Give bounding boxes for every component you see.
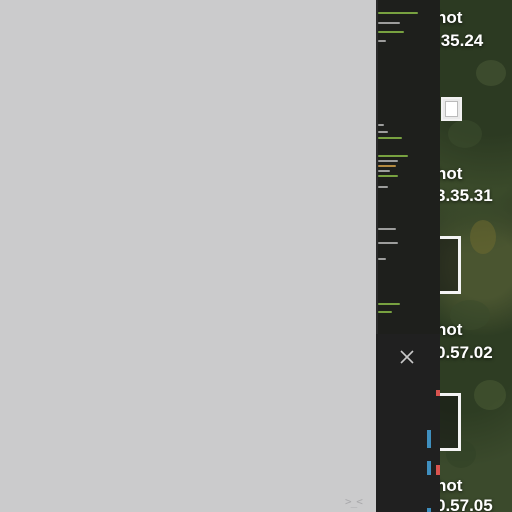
- close-icon[interactable]: [398, 348, 416, 366]
- file-name-line1: hot: [440, 164, 463, 183]
- code-line: [378, 170, 390, 172]
- code-line: [378, 160, 398, 162]
- code-line: [378, 12, 418, 14]
- file-name-line1: hot: [440, 476, 463, 495]
- file-name-line1: hot: [440, 8, 463, 27]
- file-name-line1: hot: [440, 320, 463, 339]
- side-panel: [376, 334, 440, 512]
- terminal-prompt-icon[interactable]: >_<: [345, 495, 363, 508]
- blank-window: >_<: [0, 0, 376, 512]
- code-line: [378, 303, 400, 305]
- file-name-line2: 0.57.02: [440, 343, 493, 362]
- editor-gutter: [376, 0, 378, 334]
- file-thumbnail: [440, 393, 461, 451]
- file-name-line2: .35.24: [440, 31, 484, 50]
- code-line: [378, 242, 398, 244]
- status-marker-blue: [427, 430, 431, 448]
- code-line: [378, 186, 388, 188]
- file-name-line2: 0.57.05: [440, 496, 493, 512]
- file-thumbnail: [440, 236, 461, 294]
- code-line: [378, 124, 384, 126]
- code-line: [378, 137, 402, 139]
- code-line: [378, 131, 388, 133]
- code-line: [378, 228, 396, 230]
- code-line: [378, 31, 404, 33]
- wallpaper-foliage: [474, 380, 506, 410]
- status-marker-blue: [427, 508, 431, 512]
- file-name-line2: 3.35.31: [440, 186, 493, 205]
- desktop-wallpaper: hot .35.24 hot 3.35.31 hot 0.57.02 hot 0…: [440, 0, 512, 512]
- code-line: [378, 258, 386, 260]
- wallpaper-foliage: [448, 120, 482, 148]
- code-line: [378, 22, 400, 24]
- wallpaper-foliage: [476, 60, 506, 86]
- code-line: [378, 40, 386, 42]
- file-thumbnail: [441, 97, 462, 121]
- status-marker-blue: [427, 461, 431, 475]
- wallpaper-foliage: [470, 220, 496, 254]
- code-line: [378, 165, 396, 167]
- code-line: [378, 311, 392, 313]
- code-line: [378, 155, 408, 157]
- code-line: [378, 175, 398, 177]
- code-editor-strip[interactable]: [376, 0, 440, 334]
